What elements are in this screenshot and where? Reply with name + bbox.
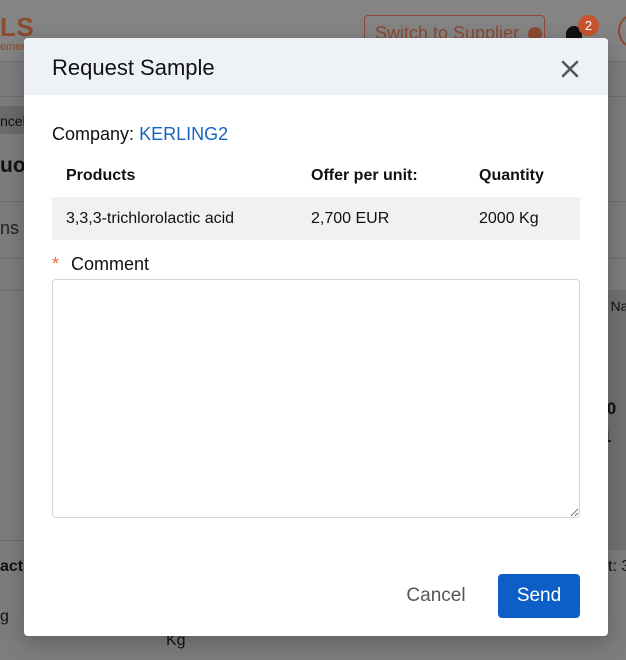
company-line: Company: KERLING2 (52, 124, 228, 145)
close-icon (561, 60, 579, 78)
background-logo-subtitle: emer (0, 41, 26, 53)
table-row: 3,3,3-trichlorolactic acid 2,700 EUR 200… (52, 197, 580, 240)
background-bottom-text: t: 3 (608, 558, 626, 575)
avatar (618, 13, 626, 49)
products-column-header: Products (66, 167, 136, 184)
products-table: Products Offer per unit: Quantity 3,3,3-… (52, 155, 580, 240)
screen: LS emer Switch to Supplier 2 ncel uot ns… (0, 0, 626, 660)
required-marker: * (52, 254, 60, 274)
product-cell: 3,3,3-trichlorolactic acid (52, 197, 297, 240)
dialog-header: Request Sample (24, 38, 608, 95)
offer-column-header: Offer per unit: (311, 167, 418, 184)
close-button[interactable] (558, 57, 582, 81)
quantity-column-header: Quantity (479, 167, 544, 184)
background-bottom-text: g (0, 608, 9, 625)
company-value: KERLING2 (139, 124, 229, 144)
background-bottom-text: act (0, 558, 24, 575)
company-label: Company: (52, 124, 135, 144)
comment-label-text: Comment (71, 254, 150, 274)
offer-cell: 2,700 EUR (297, 197, 465, 240)
quantity-cell: 2000 Kg (465, 197, 580, 240)
table-header-row: Products Offer per unit: Quantity (52, 155, 580, 197)
notification-badge: 2 (578, 15, 599, 36)
comment-label: * Comment (52, 254, 149, 275)
comment-textarea[interactable] (52, 279, 580, 518)
dialog-title: Request Sample (52, 55, 215, 80)
cancel-button[interactable]: Cancel (392, 574, 480, 618)
request-sample-dialog: Request Sample Company: KERLING2 Product… (24, 38, 608, 636)
send-button[interactable]: Send (498, 574, 580, 618)
